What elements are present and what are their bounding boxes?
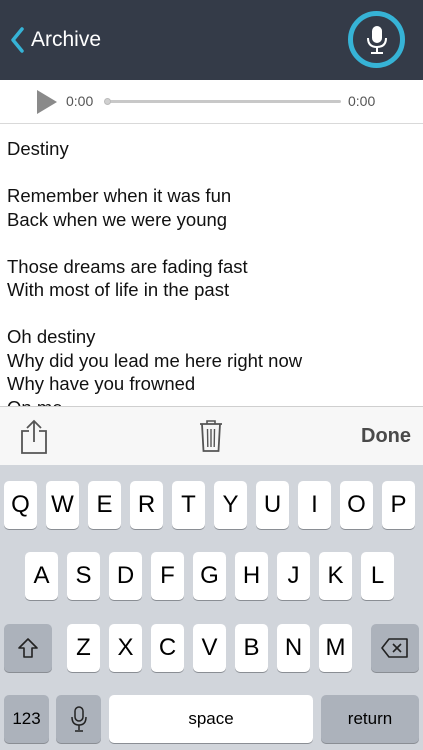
done-button[interactable]: Done — [361, 425, 411, 448]
key-p[interactable]: P — [382, 481, 415, 529]
delete-key[interactable] — [371, 624, 419, 672]
back-button[interactable]: Archive — [10, 24, 101, 56]
chevron-left-icon — [11, 27, 24, 53]
numbers-key[interactable]: 123 — [4, 695, 49, 743]
key-c[interactable]: C — [151, 624, 184, 672]
slider-thumb[interactable] — [104, 98, 111, 105]
key-n[interactable]: N — [277, 624, 310, 672]
delete-icon — [381, 638, 408, 658]
lyrics-line — [7, 161, 416, 185]
key-i[interactable]: I — [298, 481, 331, 529]
lyrics-line: Remember when it was fun — [7, 185, 232, 206]
lyrics-line: Back when we were young — [7, 208, 228, 230]
total-time: 0:00 — [348, 93, 376, 109]
key-a[interactable]: A — [25, 552, 58, 600]
key-o[interactable]: O — [340, 481, 373, 529]
shift-key[interactable] — [4, 624, 52, 672]
audio-player: 0:00 0:00 — [0, 80, 423, 124]
lyrics-line: Oh destiny — [7, 326, 96, 347]
keyboard: Q W E R T Y U I O P A S D F G H J K L Z … — [0, 465, 423, 750]
navigation-bar: Archive — [0, 0, 423, 80]
share-icon[interactable] — [20, 419, 48, 455]
key-r[interactable]: R — [130, 481, 163, 529]
play-icon[interactable] — [36, 89, 58, 115]
key-l[interactable]: L — [361, 552, 394, 600]
lyrics-editor[interactable]: Destiny Remember when it was fun Back wh… — [0, 125, 423, 406]
key-j[interactable]: J — [277, 552, 310, 600]
lyrics-line: Destiny — [7, 138, 69, 159]
lyrics-line: With most of life in the past — [7, 279, 230, 300]
lyrics-line: On me — [7, 396, 416, 407]
lyrics-line: Why did you lead me here right now — [7, 349, 303, 371]
editor-toolbar: Done — [0, 406, 423, 465]
key-w[interactable]: W — [46, 481, 79, 529]
progress-slider[interactable] — [104, 98, 341, 105]
microphone-icon — [366, 25, 387, 54]
shift-icon — [18, 638, 38, 658]
key-u[interactable]: U — [256, 481, 289, 529]
key-b[interactable]: B — [235, 624, 268, 672]
lyrics-line — [7, 231, 416, 255]
key-x[interactable]: X — [109, 624, 142, 672]
key-h[interactable]: H — [235, 552, 268, 600]
return-key[interactable]: return — [321, 695, 419, 743]
key-v[interactable]: V — [193, 624, 226, 672]
lyrics-line: Those dreams are fading fast — [7, 255, 248, 277]
key-t[interactable]: T — [172, 481, 205, 529]
lyrics-line: Why have you frowned — [7, 373, 196, 394]
key-z[interactable]: Z — [67, 624, 100, 672]
space-key[interactable]: space — [109, 695, 313, 743]
key-q[interactable]: Q — [4, 481, 37, 529]
key-g[interactable]: G — [193, 552, 226, 600]
key-m[interactable]: M — [319, 624, 352, 672]
key-e[interactable]: E — [88, 481, 121, 529]
key-k[interactable]: K — [319, 552, 352, 600]
key-s[interactable]: S — [67, 552, 100, 600]
back-label: Archive — [31, 28, 102, 51]
key-f[interactable]: F — [151, 552, 184, 600]
microphone-icon — [70, 706, 87, 732]
key-d[interactable]: D — [109, 552, 142, 600]
current-time: 0:00 — [66, 93, 94, 109]
trash-icon[interactable] — [199, 419, 223, 453]
dictation-key[interactable] — [56, 695, 101, 743]
key-y[interactable]: Y — [214, 481, 247, 529]
lyrics-line — [7, 302, 416, 326]
record-button[interactable] — [348, 11, 405, 68]
